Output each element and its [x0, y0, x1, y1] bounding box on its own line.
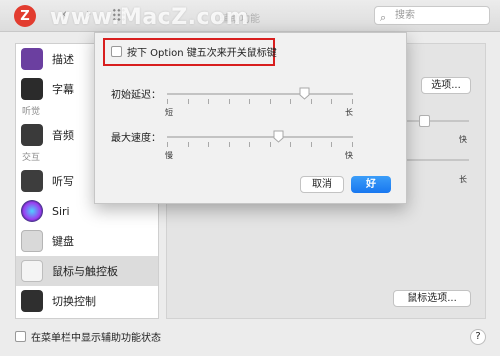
slider-tick — [311, 142, 312, 147]
descriptions-icon — [21, 48, 43, 70]
max-speed-max-label: 快 — [345, 151, 353, 160]
title-bar: Z ‹ › 辅助功能 www.MacZ.com ⌕ 搜索 — [0, 0, 500, 32]
option-key-toggle-row[interactable]: 按下 Option 键五次来开关鼠标键 — [111, 44, 277, 59]
menu-bar-checkbox-label: 在菜单栏中显示辅助功能状态 — [31, 333, 161, 344]
slider-tick — [188, 142, 189, 147]
slider-tick — [208, 99, 209, 104]
max-speed-ticks — [167, 142, 353, 148]
siri-icon — [21, 200, 43, 222]
sidebar-item-label: 听写 — [52, 175, 74, 188]
slider-tick — [311, 99, 312, 104]
watermark: www.MacZ.com — [50, 5, 250, 30]
slider-tick — [229, 99, 230, 104]
speaker-icon — [21, 124, 43, 146]
background-slider-thumb[interactable] — [419, 115, 430, 127]
max-speed-label: 最大速度： — [111, 133, 161, 144]
max-speed-slider-thumb[interactable] — [273, 130, 284, 143]
sidebar-item-label: 键盘 — [52, 235, 74, 248]
slider-tick — [290, 99, 291, 104]
slider-tick — [331, 99, 332, 104]
sidebar-item-keyboard[interactable]: 键盘 — [16, 226, 158, 256]
initial-delay-max-label: 长 — [345, 108, 353, 117]
sidebar-item-label: Siri — [52, 204, 70, 218]
background-slider-track-2[interactable] — [407, 159, 469, 161]
mouse-keys-options-sheet: 按下 Option 键五次来开关鼠标键 初始延迟： 短 长 最大速度： 慢 快 … — [94, 32, 407, 204]
help-button[interactable]: ? — [470, 329, 486, 345]
sidebar-item-label: 描述 — [52, 53, 74, 66]
app-logo: Z — [14, 5, 36, 27]
slider-tick — [290, 142, 291, 147]
slider-tick — [352, 99, 353, 104]
initial-delay-ticks — [167, 99, 353, 105]
option-key-checkbox-label: 按下 Option 键五次来开关鼠标键 — [127, 48, 277, 59]
sidebar-item-label: 切换控制 — [52, 295, 96, 308]
option-key-checkbox[interactable] — [111, 46, 122, 57]
menu-bar-checkbox[interactable] — [15, 331, 26, 342]
long-label: 长 — [459, 175, 467, 184]
slider-tick — [270, 142, 271, 147]
slider-tick — [352, 142, 353, 147]
captions-icon — [21, 78, 43, 100]
slider-tick — [208, 142, 209, 147]
slider-tick — [249, 142, 250, 147]
ok-button[interactable]: 好 — [351, 176, 391, 193]
slider-tick — [167, 142, 168, 147]
slider-tick — [331, 142, 332, 147]
search-icon: ⌕ — [380, 11, 387, 24]
initial-delay-label: 初始延迟： — [111, 90, 161, 101]
slider-tick — [249, 99, 250, 104]
initial-delay-slider-thumb[interactable] — [299, 87, 310, 100]
accessibility-window: Z ‹ › 辅助功能 www.MacZ.com ⌕ 搜索 描述 字幕 听觉 音频… — [0, 0, 500, 356]
cancel-button[interactable]: 取消 — [300, 176, 344, 193]
slider-tick — [188, 99, 189, 104]
mouse-icon — [21, 260, 43, 282]
slider-tick — [229, 142, 230, 147]
slider-tick — [167, 99, 168, 104]
search-placeholder: 搜索 — [395, 10, 415, 21]
sidebar-item-label: 音频 — [52, 129, 74, 142]
mouse-options-button[interactable]: 鼠标选项... — [393, 290, 471, 307]
sidebar-item-label: 鼠标与触控板 — [52, 265, 118, 278]
dictation-icon — [21, 170, 43, 192]
search-field[interactable]: ⌕ 搜索 — [374, 6, 490, 25]
keyboard-icon — [21, 230, 43, 252]
initial-delay-min-label: 短 — [165, 108, 173, 117]
menu-bar-status-row[interactable]: 在菜单栏中显示辅助功能状态 — [15, 329, 161, 344]
options-button[interactable]: 选项... — [421, 77, 471, 94]
max-speed-min-label: 慢 — [165, 151, 173, 160]
max-speed-slider-track[interactable] — [167, 136, 353, 138]
fast-label: 快 — [459, 135, 467, 144]
sidebar-item-switch-control[interactable]: 切换控制 — [16, 286, 158, 316]
switch-control-icon — [21, 290, 43, 312]
background-slider-track[interactable] — [407, 120, 469, 122]
sidebar-item-mouse-trackpad[interactable]: 鼠标与触控板 — [16, 256, 158, 286]
slider-tick — [270, 99, 271, 104]
initial-delay-slider-track[interactable] — [167, 93, 353, 95]
sidebar-item-label: 字幕 — [52, 83, 74, 96]
